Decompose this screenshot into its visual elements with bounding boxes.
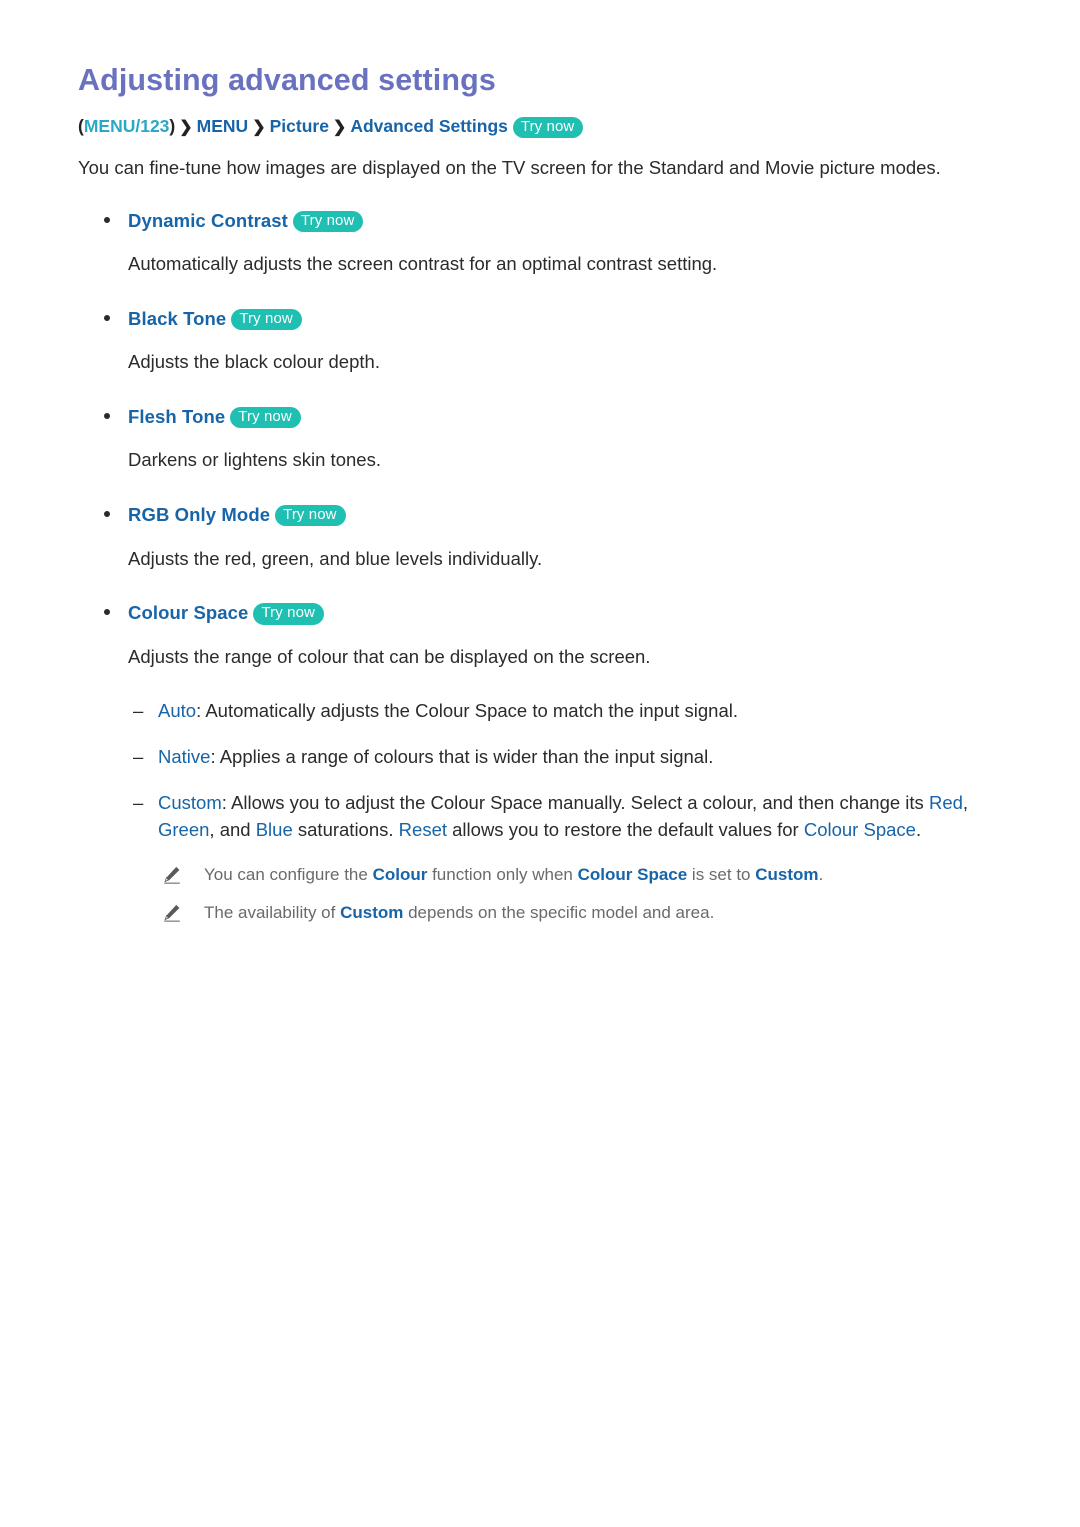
highlight-colour-space: Colour Space (803, 818, 916, 840)
note-text-4: . (818, 864, 824, 884)
pencil-icon (162, 865, 182, 885)
highlight-blue: Blue (255, 818, 293, 840)
setting-description: Adjusts the range of colour that can be … (128, 645, 651, 667)
dash-glyph-icon: – (133, 700, 144, 722)
setting-colour-space: Colour Space Try now Adjusts the range of… (76, 600, 1004, 670)
setting-black-tone: Black Tone Try now Adjusts the black colo… (76, 306, 1004, 376)
page-title: Adjusting advanced settings (78, 63, 496, 97)
setting-heading: Black Tone Try now (76, 306, 1004, 332)
option-text: Automatically adjusts the Colour Space t… (201, 700, 739, 722)
option-text-2: , (962, 792, 969, 814)
try-now-badge[interactable]: Try now (292, 210, 364, 232)
setting-dynamic-contrast: Dynamic Contrast Try now Automatically ad… (76, 208, 1004, 278)
bullet-dot-icon (104, 412, 110, 419)
note-text-2: depends on the specific model and area. (403, 903, 715, 923)
setting-flesh-tone: Flesh Tone Try now Darkens or lightens sk… (76, 404, 1004, 474)
option-term: Auto (158, 700, 197, 722)
setting-heading: Colour Space Try now (76, 600, 1004, 626)
breadcrumb-separator-3: ❯ (332, 118, 347, 136)
option-text-6: . (915, 818, 922, 840)
dash-glyph-icon: – (133, 792, 144, 814)
note-highlight-1: Colour (372, 864, 428, 884)
setting-description: Adjusts the black colour depth. (128, 351, 380, 373)
pencil-icon (162, 903, 182, 923)
setting-description: Automatically adjusts the screen contras… (128, 253, 718, 275)
bullet-dot-icon (104, 609, 110, 616)
note-item: The availability of Custom depends on th… (76, 901, 1004, 926)
note-text-1: You can configure the (204, 864, 373, 884)
dash-glyph-icon: – (133, 746, 144, 768)
note-text-2: function only when (427, 864, 578, 884)
setting-heading: RGB Only Mode Try now (76, 502, 1004, 528)
try-now-badge-breadcrumb[interactable]: Try now (512, 116, 584, 138)
try-now-badge[interactable]: Try now (231, 308, 302, 331)
bullet-dot-icon (104, 216, 110, 223)
note-highlight-1: Custom (340, 903, 404, 923)
document-page: Adjusting advanced settings (MENU/123) ❯ M… (0, 0, 1080, 1527)
setting-label[interactable]: Dynamic Contrast (128, 210, 288, 231)
breadcrumb: (MENU/123) ❯ MENU ❯ Picture ❯ Advanced Setting… (78, 113, 1004, 140)
bullet-dot-icon (104, 511, 110, 518)
note-highlight-2: Colour Space (577, 864, 688, 884)
option-custom: – Custom: Allows you to adjust the Colour… (76, 790, 1004, 844)
breadcrumb-item-advanced-settings[interactable]: Advanced Settings (350, 116, 508, 136)
option-text-5: allows you to restore the default values… (447, 818, 804, 840)
breadcrumb-separator-2: ❯ (252, 118, 266, 136)
option-term: Native (158, 746, 211, 768)
breadcrumb-item-menu123[interactable]: MENU/123 (84, 116, 170, 136)
intro-paragraph: You can fine-tune how images are display… (78, 156, 941, 178)
option-native: – Native: Applies a range of colours that… (76, 744, 1004, 771)
option-auto: – Auto: Automatically adjusts the Colour … (76, 698, 1004, 725)
try-now-badge[interactable]: Try now (275, 505, 346, 527)
option-text-1: Allows you to adjust the Colour Space ma… (226, 792, 929, 814)
note-highlight-3: Custom (755, 864, 819, 884)
highlight-green: Green (158, 818, 210, 840)
breadcrumb-separator-1: ❯ (179, 118, 193, 136)
setting-label[interactable]: Flesh Tone (128, 406, 225, 427)
note-text-3: is set to (687, 864, 756, 884)
try-now-badge[interactable]: Try now (230, 406, 301, 429)
option-text: Applies a range of colours that is wider… (215, 746, 714, 768)
breadcrumb-item-menu[interactable]: MENU (197, 116, 249, 136)
setting-label[interactable]: RGB Only Mode (128, 504, 270, 525)
setting-heading: Flesh Tone Try now (76, 404, 1004, 430)
setting-label[interactable]: Colour Space (128, 602, 248, 623)
setting-label[interactable]: Black Tone (128, 308, 226, 329)
bullet-dot-icon (104, 314, 110, 321)
setting-description: Adjusts the red, green, and blue levels … (128, 547, 543, 569)
option-text-4: saturations. (292, 818, 399, 840)
breadcrumb-item-picture[interactable]: Picture (270, 116, 329, 136)
note-text-1: The availability of (204, 903, 341, 923)
option-term: Custom (158, 792, 222, 814)
note-item: You can configure the Colour function on… (76, 863, 1004, 888)
highlight-red: Red (928, 792, 963, 814)
highlight-reset: Reset (398, 818, 447, 840)
option-text-3: , and (209, 818, 256, 840)
try-now-badge[interactable]: Try now (253, 603, 324, 625)
setting-heading: Dynamic Contrast Try now (76, 208, 1004, 234)
setting-description: Darkens or lightens skin tones. (128, 449, 381, 471)
notes-section: You can configure the Colour function on… (76, 863, 1004, 926)
setting-rgb-only-mode: RGB Only Mode Try now Adjusts the red, gr… (76, 502, 1004, 572)
